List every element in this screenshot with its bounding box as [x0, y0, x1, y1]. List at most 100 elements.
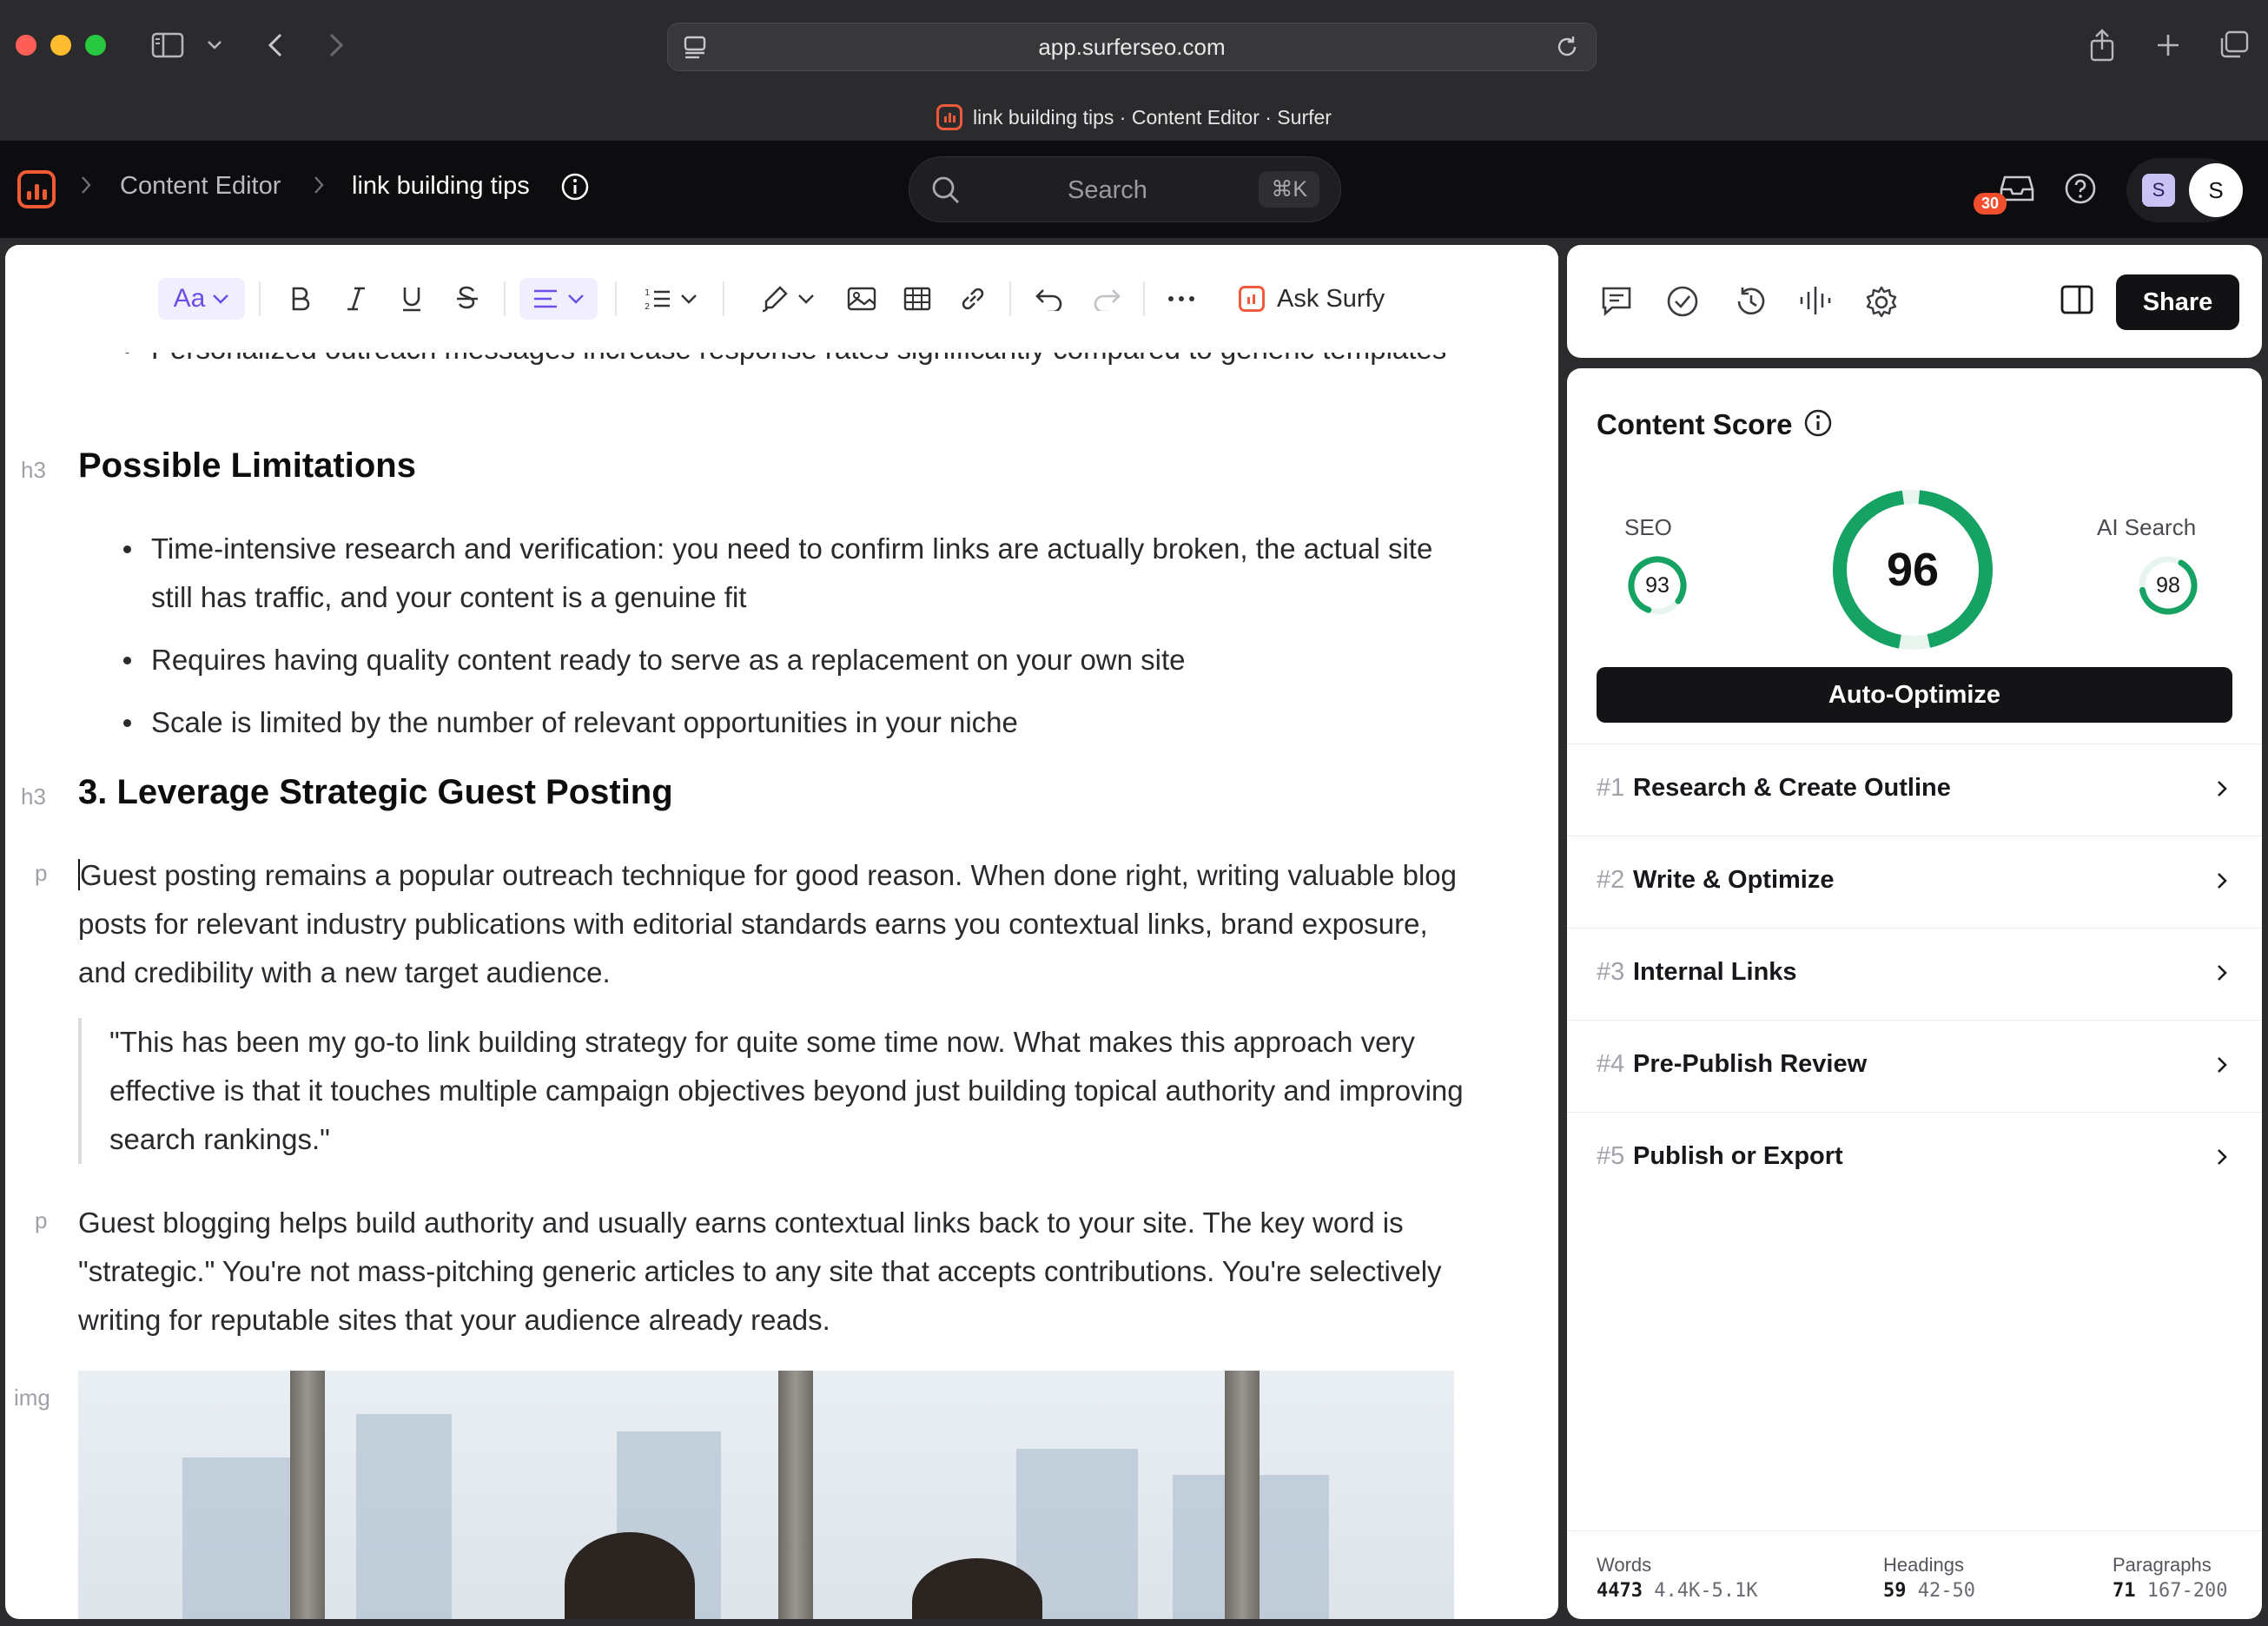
workspace-avatar: S — [2142, 174, 2175, 207]
sidebar-toggle-icon[interactable] — [148, 24, 188, 66]
content-editor[interactable]: Personalized outreach messages increase … — [5, 245, 1558, 1619]
block-type-label: h3 — [21, 783, 46, 810]
close-window-button[interactable] — [16, 35, 36, 56]
workflow-step-pre-publish[interactable]: #4 Pre-Publish Review — [1567, 1020, 2262, 1112]
step-label: Research & Create Outline — [1633, 774, 1951, 802]
stat-label: Words — [1597, 1554, 1652, 1576]
undo-icon[interactable] — [1030, 278, 1068, 320]
info-icon[interactable] — [560, 172, 590, 206]
search-button[interactable]: Search ⌘K — [909, 156, 1341, 222]
link-icon[interactable] — [954, 278, 992, 320]
seo-score-gauge: 93 — [1624, 552, 1690, 618]
block-type-label: p — [35, 860, 48, 886]
reload-icon[interactable] — [1554, 34, 1580, 64]
align-dropdown[interactable] — [519, 278, 598, 320]
seo-score-label: SEO — [1624, 514, 1672, 540]
share-page-icon[interactable] — [2085, 24, 2119, 66]
ask-surfy-button[interactable]: Ask Surfy — [1239, 278, 1412, 320]
step-number: #3 — [1597, 958, 1625, 986]
stat-range: 167-200 — [2146, 1580, 2228, 1602]
stat-value: 59 — [1883, 1580, 1907, 1602]
comments-icon[interactable] — [1600, 285, 1633, 321]
surfer-logo[interactable] — [17, 170, 56, 208]
chevron-right-icon — [2215, 1054, 2229, 1081]
help-icon[interactable] — [2064, 172, 2097, 209]
step-label: Publish or Export — [1633, 1142, 1843, 1170]
stat-value: 4473 — [1597, 1580, 1643, 1602]
checklist-icon[interactable] — [1666, 285, 1699, 322]
maximize-window-button[interactable] — [85, 35, 106, 56]
block-type-label: p — [35, 1207, 48, 1233]
italic-icon[interactable] — [337, 278, 375, 320]
workflow-step-internal-links[interactable]: #3 Internal Links — [1567, 928, 2262, 1020]
account-menu[interactable]: S S — [2126, 158, 2243, 222]
stat-label: Paragraphs — [2113, 1554, 2212, 1576]
breadcrumb-chevron-icon — [80, 174, 92, 202]
new-tab-icon[interactable] — [2151, 24, 2185, 66]
share-button[interactable]: Share — [2116, 274, 2239, 330]
browser-chrome: app.surferseo.com link building tips · C… — [0, 0, 2268, 141]
strikethrough-icon[interactable] — [448, 278, 486, 320]
auto-optimize-button[interactable]: Auto-Optimize — [1597, 667, 2232, 723]
redo-icon[interactable] — [1088, 278, 1126, 320]
info-icon[interactable] — [1803, 408, 1833, 442]
app-header: Content Editor link building tips Search… — [0, 141, 2268, 238]
paragraphs-stat: Paragraphs 71 167-200 — [2113, 1554, 2227, 1602]
settings-gear-icon[interactable] — [1864, 285, 1899, 324]
blockquote: "This has been my go-to link building st… — [78, 1018, 1468, 1164]
notification-badge: 30 — [1974, 193, 2007, 215]
forward-arrow-icon[interactable] — [321, 24, 351, 66]
step-label: Internal Links — [1633, 958, 1797, 986]
workflow-step-write[interactable]: #2 Write & Optimize — [1567, 836, 2262, 928]
workflow-step-research[interactable]: #1 Research & Create Outline — [1567, 744, 2262, 836]
content-stats: Words 4473 4.4K-5.1K Headings 59 42-50 P… — [1567, 1530, 2262, 1619]
audio-waveform-icon[interactable] — [1798, 285, 1833, 321]
font-style-label: Aa — [173, 284, 206, 313]
active-tab[interactable]: link building tips · Content Editor · Su… — [0, 97, 2268, 137]
content-score-panel: Content Score SEO 93 96 AI Search 98 Aut… — [1567, 368, 2262, 1619]
ai-search-score-value: 98 — [2156, 572, 2180, 598]
numbered-list-icon[interactable]: 12 — [634, 278, 707, 320]
breadcrumb-current: link building tips — [352, 172, 530, 200]
panel-layout-icon[interactable] — [2060, 285, 2093, 319]
search-icon — [930, 175, 962, 210]
user-avatar: S — [2189, 163, 2243, 217]
font-style-dropdown[interactable]: Aa — [158, 278, 245, 320]
bold-icon[interactable] — [281, 278, 320, 320]
back-arrow-icon[interactable] — [261, 24, 290, 66]
list-item: Requires having quality content ready to… — [78, 636, 1451, 684]
block-type-label: img — [14, 1385, 50, 1411]
breadcrumb-content-editor[interactable]: Content Editor — [120, 172, 281, 201]
list-item: Scale is limited by the number of releva… — [78, 698, 1451, 747]
more-options-icon[interactable] — [1162, 278, 1200, 320]
paragraph: Guest posting remains a popular outreach… — [78, 851, 1459, 997]
underline-icon[interactable] — [393, 278, 431, 320]
step-number: #2 — [1597, 866, 1625, 894]
page-settings-icon[interactable] — [682, 34, 708, 64]
bullet-list: Time-intensive research and verification… — [78, 525, 1451, 747]
seo-score-value: 93 — [1645, 572, 1670, 598]
highlight-pen-icon[interactable] — [750, 278, 823, 320]
content-score-title: Content Score — [1597, 408, 1793, 440]
step-label: Pre-Publish Review — [1633, 1050, 1868, 1078]
address-bar[interactable]: app.surferseo.com — [667, 23, 1597, 71]
tab-overview-icon[interactable] — [2215, 24, 2253, 66]
chevron-down-icon[interactable] — [202, 24, 228, 66]
article-image[interactable] — [78, 1371, 1454, 1619]
table-icon[interactable] — [898, 278, 936, 320]
list-item: Time-intensive research and verification… — [78, 525, 1451, 622]
headings-stat: Headings 59 42-50 — [1883, 1554, 1975, 1602]
step-label: Write & Optimize — [1633, 866, 1835, 894]
heading-guest-posting: 3. Leverage Strategic Guest Posting — [78, 773, 673, 811]
history-icon[interactable] — [1732, 285, 1767, 322]
image-icon[interactable] — [843, 278, 881, 320]
chevron-right-icon — [2215, 777, 2229, 804]
chevron-right-icon — [2215, 962, 2229, 988]
ai-search-score-gauge: 98 — [2135, 552, 2201, 618]
search-shortcut: ⌘K — [1259, 171, 1319, 208]
block-type-label: h3 — [21, 457, 46, 483]
minimize-window-button[interactable] — [50, 35, 71, 56]
formatting-toolbar: Aa 12 Ask Surfy — [5, 245, 1558, 353]
stat-range: 4.4K-5.1K — [1654, 1580, 1758, 1602]
workflow-step-publish[interactable]: #5 Publish or Export — [1567, 1112, 2262, 1204]
